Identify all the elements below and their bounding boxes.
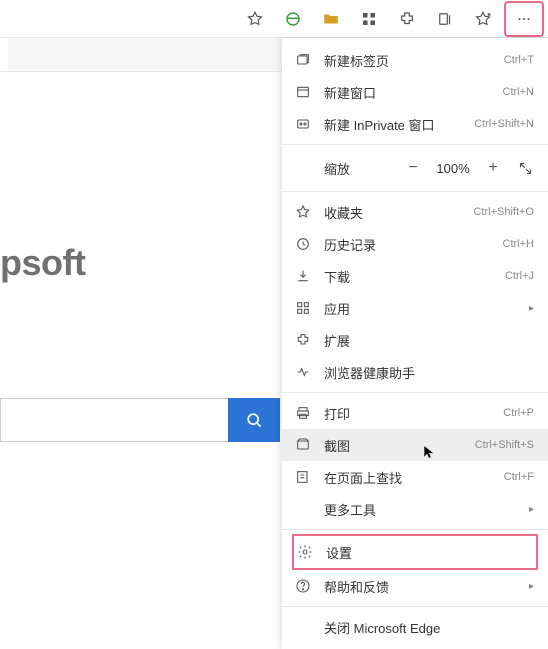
chevron-right-icon: ▸ — [524, 581, 534, 592]
more-button-highlight — [504, 1, 544, 37]
menu-item-new-inprivate[interactable]: 新建 InPrivate 窗口 Ctrl+Shift+N — [282, 108, 548, 140]
menu-label: 下载 — [324, 267, 493, 286]
favorites-icon[interactable] — [466, 4, 500, 34]
menu-label: 设置 — [326, 543, 532, 562]
menu-item-apps[interactable]: 应用 ▸ — [282, 292, 548, 324]
menu-item-downloads[interactable]: 下载 Ctrl+J — [282, 260, 548, 292]
menu-separator — [282, 191, 548, 192]
menu-separator — [282, 392, 548, 393]
menu-label: 帮助和反馈 — [324, 577, 512, 596]
history-icon — [294, 235, 312, 253]
download-icon — [294, 267, 312, 285]
favorites-icon — [294, 203, 312, 221]
search-bar — [0, 398, 280, 442]
fullscreen-button[interactable] — [512, 155, 538, 181]
search-input[interactable] — [0, 398, 228, 442]
screenshot-icon — [294, 436, 312, 454]
menu-label: 打印 — [324, 404, 491, 423]
apps-icon — [294, 299, 312, 317]
menu-item-screenshot[interactable]: 截图 Ctrl+Shift+S — [282, 429, 548, 461]
zoom-label: 缩放 — [324, 159, 394, 178]
extension-icon[interactable] — [390, 4, 424, 34]
zoom-in-button[interactable]: + — [480, 155, 506, 181]
ie-icon[interactable] — [276, 4, 310, 34]
menu-item-history[interactable]: 历史记录 Ctrl+H — [282, 228, 548, 260]
menu-label: 更多工具 — [324, 500, 512, 519]
menu-shortcut: Ctrl+Shift+N — [474, 118, 534, 130]
collections-icon[interactable] — [428, 4, 462, 34]
folder-icon[interactable] — [314, 4, 348, 34]
browser-toolbar — [0, 0, 548, 38]
menu-item-favorites[interactable]: 收藏夹 Ctrl+Shift+O — [282, 196, 548, 228]
microsoft-logo-text: psoft — [0, 242, 85, 284]
menu-label: 在页面上查找 — [324, 468, 492, 487]
health-icon — [294, 363, 312, 381]
menu-separator — [282, 606, 548, 607]
menu-item-find[interactable]: 在页面上查找 Ctrl+F — [282, 461, 548, 493]
menu-item-new-window[interactable]: 新建窗口 Ctrl+N — [282, 76, 548, 108]
menu-item-close-edge[interactable]: 关闭 Microsoft Edge — [282, 611, 548, 643]
extensions-icon — [294, 331, 312, 349]
zoom-out-button[interactable]: − — [400, 155, 426, 181]
settings-menu: 新建标签页 Ctrl+T 新建窗口 Ctrl+N 新建 InPrivate 窗口… — [282, 38, 548, 649]
menu-separator — [282, 529, 548, 530]
menu-item-print[interactable]: 打印 Ctrl+P — [282, 397, 548, 429]
menu-label: 截图 — [324, 436, 463, 455]
menu-label: 关闭 Microsoft Edge — [324, 618, 534, 637]
chevron-right-icon: ▸ — [524, 303, 534, 314]
menu-label: 新建标签页 — [324, 51, 492, 70]
menu-shortcut: Ctrl+H — [503, 238, 534, 250]
menu-label: 新建窗口 — [324, 83, 491, 102]
grid-icon[interactable] — [352, 4, 386, 34]
menu-shortcut: Ctrl+F — [504, 471, 534, 483]
menu-item-health[interactable]: 浏览器健康助手 — [282, 356, 548, 388]
zoom-value: 100% — [432, 161, 474, 176]
menu-shortcut: Ctrl+P — [503, 407, 534, 419]
menu-label: 扩展 — [324, 331, 534, 350]
menu-shortcut: Ctrl+T — [504, 54, 534, 66]
new-tab-icon — [294, 51, 312, 69]
menu-item-settings[interactable]: 设置 — [294, 536, 536, 568]
new-window-icon — [294, 83, 312, 101]
search-button[interactable] — [228, 398, 280, 442]
menu-item-zoom: 缩放 − 100% + — [282, 149, 548, 187]
menu-item-more-tools[interactable]: 更多工具 ▸ — [282, 493, 548, 525]
menu-shortcut: Ctrl+Shift+O — [473, 206, 534, 218]
menu-item-extensions[interactable]: 扩展 — [282, 324, 548, 356]
settings-highlight: 设置 — [292, 534, 538, 570]
menu-label: 收藏夹 — [324, 203, 461, 222]
menu-label: 新建 InPrivate 窗口 — [324, 115, 462, 134]
menu-shortcut: Ctrl+Shift+S — [475, 439, 534, 451]
menu-item-help[interactable]: 帮助和反馈 ▸ — [282, 570, 548, 602]
menu-label: 历史记录 — [324, 235, 491, 254]
menu-label: 浏览器健康助手 — [324, 363, 534, 382]
star-icon[interactable] — [238, 4, 272, 34]
menu-item-new-tab[interactable]: 新建标签页 Ctrl+T — [282, 44, 548, 76]
print-icon — [294, 404, 312, 422]
menu-shortcut: Ctrl+N — [503, 86, 534, 98]
find-icon — [294, 468, 312, 486]
inprivate-icon — [294, 115, 312, 133]
menu-label: 应用 — [324, 299, 512, 318]
menu-separator — [282, 144, 548, 145]
more-icon[interactable] — [507, 4, 541, 34]
help-icon — [294, 577, 312, 595]
gear-icon — [296, 543, 314, 561]
chevron-right-icon: ▸ — [524, 504, 534, 515]
menu-shortcut: Ctrl+J — [505, 270, 534, 282]
